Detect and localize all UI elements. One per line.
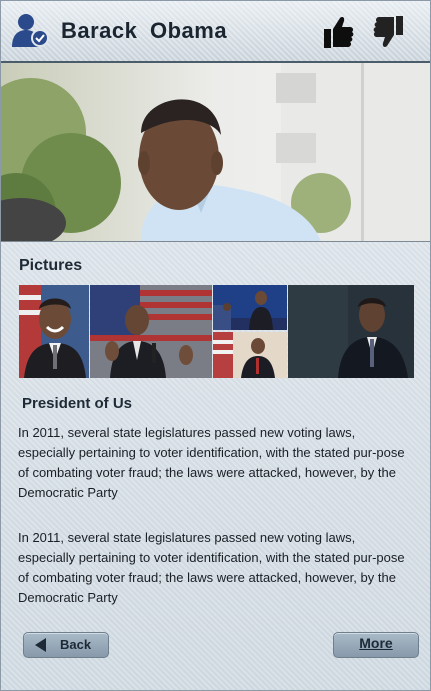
pictures-title: Pictures: [19, 257, 83, 274]
more-button-label: More: [359, 635, 393, 651]
thumbs-down-icon[interactable]: [373, 15, 405, 49]
back-button-label: Back: [60, 637, 92, 652]
article-paragraph-2: In 2011, several state legislatures pass…: [18, 530, 405, 605]
header-bar: Barack Obama: [1, 1, 430, 63]
more-button[interactable]: More: [333, 632, 419, 658]
hero-photo: [1, 63, 430, 242]
verified-user-icon: [12, 14, 49, 47]
gallery-photo-4[interactable]: [213, 285, 287, 332]
gallery-photo-5[interactable]: [288, 285, 414, 378]
article-paragraph-1: In 2011, several state legislatures pass…: [18, 425, 405, 500]
gallery-photo-2[interactable]: [90, 285, 212, 378]
page-title: Barack Obama: [61, 18, 228, 43]
back-arrow-icon: [35, 638, 46, 652]
article-title: President of Us: [22, 395, 133, 412]
gallery-photo-1[interactable]: [19, 285, 89, 378]
back-button[interactable]: Back: [23, 632, 109, 658]
app-frame: Barack Obama Pictures President of Us In…: [0, 0, 431, 691]
gallery-photo-4b[interactable]: [213, 332, 287, 378]
thumbs-up-icon[interactable]: [322, 15, 354, 49]
